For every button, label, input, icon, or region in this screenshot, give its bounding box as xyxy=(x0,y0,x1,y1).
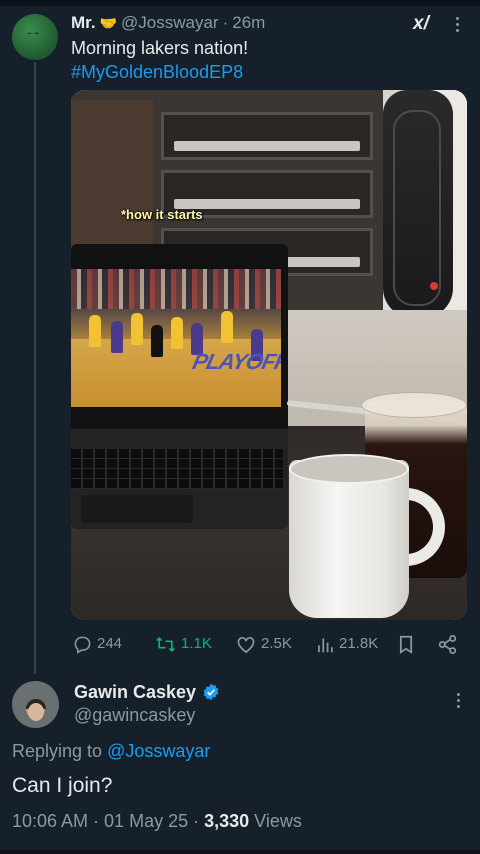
views-button[interactable]: 21.8K xyxy=(316,630,378,658)
reply-icon xyxy=(74,636,91,654)
bookmark-button[interactable] xyxy=(398,630,414,658)
bottom-edge xyxy=(0,850,480,854)
tweet-thread-screen: ᷄ ᷅ Mr. 🤝 @Josswayar · 26m x/ Morning la… xyxy=(0,0,480,854)
thread-connector xyxy=(34,62,36,674)
replying-to-line: Replying to @Josswayar xyxy=(12,739,210,763)
views-count: 21.8K xyxy=(339,635,379,652)
reply-more-icon[interactable] xyxy=(450,688,466,712)
replying-to-mention[interactable]: @Josswayar xyxy=(107,741,210,761)
heart-icon xyxy=(237,636,255,653)
retweet-count: 1.1K xyxy=(181,635,212,652)
media-court-lettering: PLAYOFF xyxy=(190,349,281,374)
media-mug-rim xyxy=(289,454,409,484)
media-caption: *how it starts xyxy=(121,207,203,222)
reply-views-label: Views xyxy=(249,811,302,831)
bookmark-icon xyxy=(399,635,413,654)
media-trackpad xyxy=(81,495,193,523)
media-game-broadcast: PLAYOFF xyxy=(71,269,281,407)
status-bar xyxy=(0,0,480,6)
reply-text: Can I join? xyxy=(12,774,113,797)
author-handle[interactable]: @Josswayar xyxy=(121,13,219,33)
like-button[interactable]: 2.5K xyxy=(236,630,292,658)
reply-timestamp[interactable]: 10:06 AM · 01 May 25 · xyxy=(12,811,204,831)
reply-button[interactable]: 244 xyxy=(73,630,122,658)
avatar-face: ᷄ ᷅ xyxy=(29,30,41,44)
more-icon[interactable] xyxy=(449,12,465,36)
media-guitar-bag xyxy=(383,90,453,318)
author-name[interactable]: Mr. xyxy=(71,13,96,33)
reply-author-name[interactable]: Gawin Caskey xyxy=(74,682,196,703)
media-keyboard xyxy=(71,449,283,489)
reply-author-header: Gawin Caskey xyxy=(74,680,220,704)
replying-to-prefix: Replying to xyxy=(12,741,103,761)
reply-author-handle[interactable]: @gawincaskey xyxy=(74,704,195,726)
tweet-header: Mr. 🤝 @Josswayar · 26m xyxy=(71,12,265,34)
reply-count: 244 xyxy=(97,635,123,652)
tweet-text: Morning lakers nation! xyxy=(71,38,249,58)
views-icon xyxy=(318,637,333,652)
retweet-button[interactable]: 1.1K xyxy=(155,630,212,658)
grok-icon[interactable]: x/ xyxy=(413,13,435,35)
share-icon xyxy=(438,634,457,654)
reply-author-avatar[interactable] xyxy=(12,681,59,728)
media-laptop-screen: PLAYOFF xyxy=(71,244,288,429)
tweet-time[interactable]: 26m xyxy=(232,13,265,33)
reply-views-count: 3,330 xyxy=(204,811,250,831)
hashtag-link[interactable]: #MyGoldenBloodEP8 xyxy=(71,60,243,84)
author-name-emoji: 🤝 xyxy=(99,14,117,31)
media-shelf xyxy=(161,112,373,160)
media-cup-lid xyxy=(361,392,467,418)
author-avatar[interactable]: ᷄ ᷅ xyxy=(12,14,58,60)
tweet-actions: 244 1.1K 2.5K 21.8K xyxy=(71,630,467,658)
reply-meta: 10:06 AM · 01 May 25 · 3,330 Views xyxy=(12,808,302,834)
like-count: 2.5K xyxy=(261,635,292,652)
share-button[interactable] xyxy=(438,630,457,658)
tweet-media-video[interactable]: PLAYOFF *how it starts xyxy=(71,90,467,620)
verified-icon xyxy=(203,683,219,701)
retweet-icon xyxy=(156,636,175,652)
separator-dot: · xyxy=(222,13,229,32)
